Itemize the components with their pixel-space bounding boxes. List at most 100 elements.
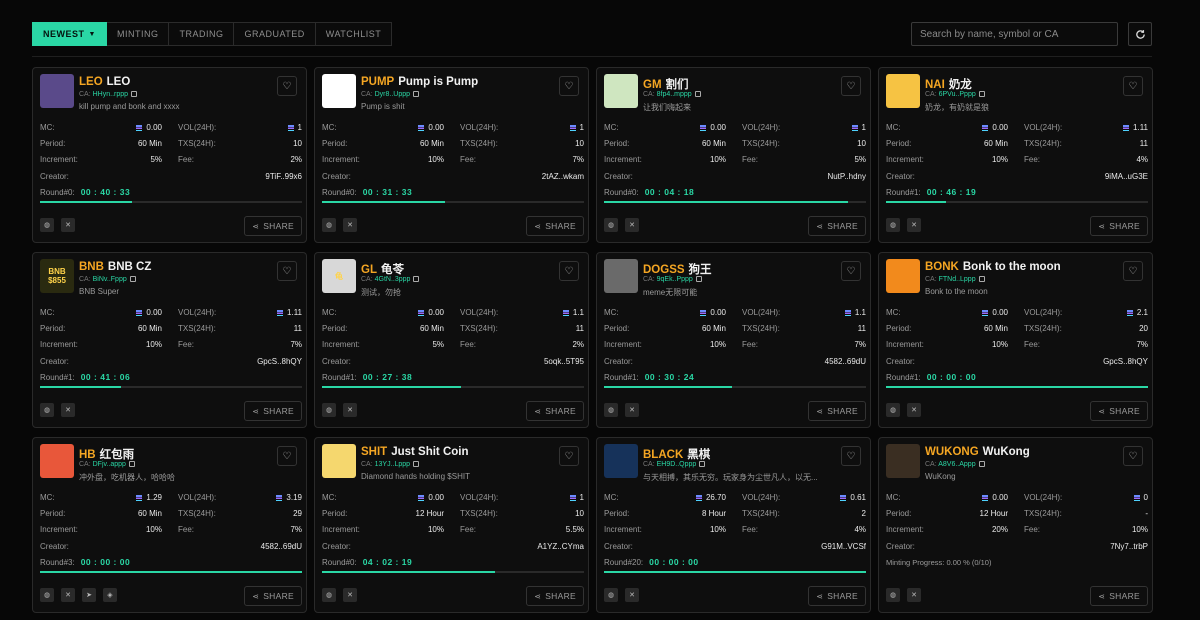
favorite-button[interactable]: ♡ bbox=[277, 76, 297, 96]
token-card[interactable]: 龟 GL 龟苓 CA: 4GtN..3ppp 测试，勿抢 ♡ MC: 0.00 VOL… bbox=[314, 252, 589, 428]
x-icon[interactable]: ✕ bbox=[625, 403, 639, 417]
search-input[interactable] bbox=[911, 22, 1118, 46]
x-icon[interactable]: ✕ bbox=[343, 218, 357, 232]
globe-icon[interactable]: ◍ bbox=[322, 403, 336, 417]
globe-icon[interactable]: ◍ bbox=[322, 218, 336, 232]
x-icon[interactable]: ✕ bbox=[61, 218, 75, 232]
tab-minting[interactable]: MINTING bbox=[106, 22, 170, 46]
token-title[interactable]: GL 龟苓 bbox=[361, 261, 404, 277]
share-button[interactable]: ⋖ SHARE bbox=[808, 401, 866, 421]
discord-icon[interactable]: ◈ bbox=[103, 588, 117, 602]
copy-icon[interactable] bbox=[978, 461, 985, 468]
share-button[interactable]: ⋖ SHARE bbox=[526, 401, 584, 421]
x-icon[interactable]: ✕ bbox=[625, 218, 639, 232]
share-button[interactable]: ⋖ SHARE bbox=[244, 216, 302, 236]
favorite-button[interactable]: ♡ bbox=[1123, 76, 1143, 96]
share-button[interactable]: ⋖ SHARE bbox=[244, 586, 302, 606]
favorite-button[interactable]: ♡ bbox=[559, 76, 579, 96]
copy-icon[interactable] bbox=[695, 276, 702, 283]
tab-graduated[interactable]: GRADUATED bbox=[234, 22, 316, 46]
share-button[interactable]: ⋖ SHARE bbox=[526, 216, 584, 236]
copy-icon[interactable] bbox=[699, 461, 706, 468]
token-title[interactable]: WUKONG WuKong bbox=[925, 446, 1030, 458]
share-button[interactable]: ⋖ SHARE bbox=[244, 401, 302, 421]
token-symbol: DOGSS bbox=[643, 264, 685, 276]
token-description: WuKong bbox=[925, 472, 956, 481]
refresh-button[interactable] bbox=[1128, 22, 1152, 46]
share-button[interactable]: ⋖ SHARE bbox=[1090, 401, 1148, 421]
x-icon[interactable]: ✕ bbox=[61, 403, 75, 417]
token-card[interactable]: PUMP Pump is Pump CA: Dyr8..Uppp Pump is … bbox=[314, 67, 589, 243]
token-title[interactable]: DOGSS 狗王 bbox=[643, 261, 712, 277]
token-title[interactable]: NAI 奶龙 bbox=[925, 76, 972, 92]
token-title[interactable]: LEO LEO bbox=[79, 76, 130, 88]
token-card[interactable]: GM 割们 CA: 8fp4..mppp 让我们嗨起来 ♡ MC: 0.00 VOL(… bbox=[596, 67, 871, 243]
round-label: Round#0: bbox=[604, 188, 639, 197]
token-card[interactable]: NAI 奶龙 CA: 6PVu..Pppp 奶龙，有奶就是狼 ♡ MC: 0.00 V… bbox=[878, 67, 1153, 243]
favorite-button[interactable]: ♡ bbox=[841, 446, 861, 466]
favorite-button[interactable]: ♡ bbox=[277, 261, 297, 281]
copy-icon[interactable] bbox=[694, 91, 701, 98]
heart-icon: ♡ bbox=[282, 80, 292, 92]
token-title[interactable]: SHIT Just Shit Coin bbox=[361, 446, 469, 458]
share-button[interactable]: ⋖ SHARE bbox=[526, 586, 584, 606]
favorite-button[interactable]: ♡ bbox=[277, 446, 297, 466]
copy-icon[interactable] bbox=[131, 91, 138, 98]
globe-icon[interactable]: ◍ bbox=[322, 588, 336, 602]
token-card[interactable]: BNB $855 BNB BNB CZ CA: BiNv..Fppp BNB Su… bbox=[32, 252, 307, 428]
token-title[interactable]: PUMP Pump is Pump bbox=[361, 76, 478, 88]
tab-newest[interactable]: NEWEST ▼ bbox=[32, 22, 107, 46]
token-title[interactable]: BNB BNB CZ bbox=[79, 261, 151, 273]
share-button[interactable]: ⋖ SHARE bbox=[1090, 216, 1148, 236]
copy-icon[interactable] bbox=[128, 461, 135, 468]
token-title[interactable]: BONK Bonk to the moon bbox=[925, 261, 1061, 273]
copy-icon[interactable] bbox=[978, 276, 985, 283]
globe-icon[interactable]: ◍ bbox=[604, 403, 618, 417]
globe-icon[interactable]: ◍ bbox=[886, 218, 900, 232]
token-card[interactable]: DOGSS 狗王 CA: 9qEk..Pppp meme无限可能 ♡ MC: 0.0… bbox=[596, 252, 871, 428]
copy-icon[interactable] bbox=[413, 461, 420, 468]
share-button[interactable]: ⋖ SHARE bbox=[808, 586, 866, 606]
telegram-icon[interactable]: ➤ bbox=[82, 588, 96, 602]
token-card[interactable]: HB 红包雨 CA: DFjv..appp 冲外盘，吃机器人，哈哈哈 ♡ MC: 1… bbox=[32, 437, 307, 613]
token-card[interactable]: WUKONG WuKong CA: A8V6..Appp WuKong ♡ MC:… bbox=[878, 437, 1153, 613]
token-card[interactable]: SHIT Just Shit Coin CA: 13YJ..Lppp Diamon… bbox=[314, 437, 589, 613]
share-button[interactable]: ⋖ SHARE bbox=[1090, 586, 1148, 606]
token-card[interactable]: BONK Bonk to the moon CA: FTNd..Lppp Bonk… bbox=[878, 252, 1153, 428]
copy-icon[interactable] bbox=[129, 276, 136, 283]
x-icon[interactable]: ✕ bbox=[343, 588, 357, 602]
x-icon[interactable]: ✕ bbox=[907, 218, 921, 232]
x-icon[interactable]: ✕ bbox=[625, 588, 639, 602]
copy-icon[interactable] bbox=[413, 276, 420, 283]
globe-icon[interactable]: ◍ bbox=[40, 588, 54, 602]
token-title[interactable]: BLACK 黑棋 bbox=[643, 446, 710, 462]
token-logo bbox=[604, 74, 638, 108]
globe-icon[interactable]: ◍ bbox=[40, 218, 54, 232]
token-title[interactable]: GM 割们 bbox=[643, 76, 689, 92]
globe-icon[interactable]: ◍ bbox=[604, 218, 618, 232]
x-icon[interactable]: ✕ bbox=[343, 403, 357, 417]
globe-icon[interactable]: ◍ bbox=[886, 403, 900, 417]
countdown: 00 : 00 : 00 bbox=[80, 557, 131, 567]
favorite-button[interactable]: ♡ bbox=[841, 261, 861, 281]
globe-icon[interactable]: ◍ bbox=[40, 403, 54, 417]
favorite-button[interactable]: ♡ bbox=[841, 76, 861, 96]
tab-trading[interactable]: TRADING bbox=[169, 22, 235, 46]
round-progress-bar bbox=[322, 571, 584, 573]
favorite-button[interactable]: ♡ bbox=[1123, 261, 1143, 281]
favorite-button[interactable]: ♡ bbox=[1123, 446, 1143, 466]
globe-icon[interactable]: ◍ bbox=[604, 588, 618, 602]
token-title[interactable]: HB 红包雨 bbox=[79, 446, 134, 462]
x-icon[interactable]: ✕ bbox=[907, 588, 921, 602]
token-card[interactable]: LEO LEO CA: HHyn..rppp kill pump and bonk… bbox=[32, 67, 307, 243]
copy-icon[interactable] bbox=[413, 91, 420, 98]
token-card[interactable]: BLACK 黑棋 CA: EH9D..Qppp 与天相搏，其乐无穷。玩家身为尘世凡… bbox=[596, 437, 871, 613]
tab-watchlist[interactable]: WATCHLIST bbox=[315, 22, 393, 46]
favorite-button[interactable]: ♡ bbox=[559, 446, 579, 466]
x-icon[interactable]: ✕ bbox=[61, 588, 75, 602]
x-icon[interactable]: ✕ bbox=[907, 403, 921, 417]
favorite-button[interactable]: ♡ bbox=[559, 261, 579, 281]
globe-icon[interactable]: ◍ bbox=[886, 588, 900, 602]
share-button[interactable]: ⋖ SHARE bbox=[808, 216, 866, 236]
copy-icon[interactable] bbox=[978, 91, 985, 98]
